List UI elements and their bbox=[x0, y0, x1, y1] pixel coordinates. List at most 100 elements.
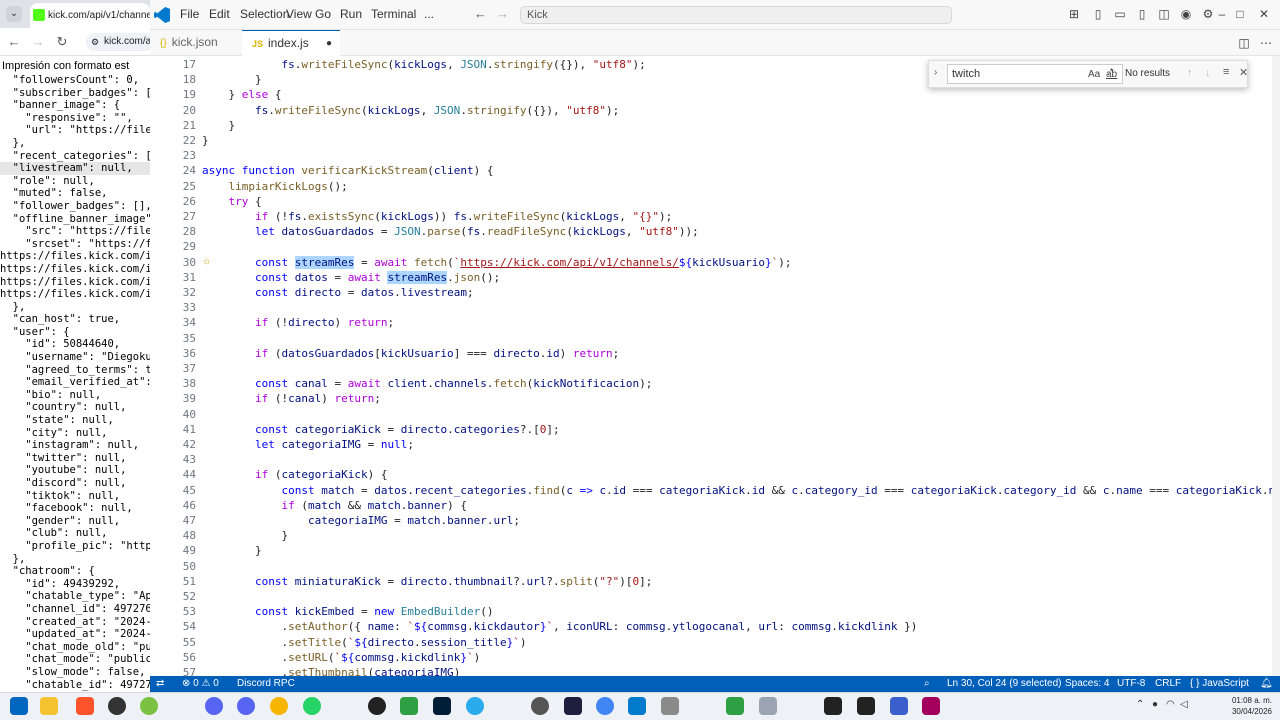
close-icon[interactable]: ✕ bbox=[1254, 6, 1274, 22]
unsaved-dot-icon[interactable]: ● bbox=[326, 31, 332, 56]
code-line[interactable]: } bbox=[202, 134, 209, 147]
app-2-icon[interactable] bbox=[661, 697, 679, 715]
notifications-icon[interactable]: 🔔︎ bbox=[1260, 676, 1273, 692]
code-line[interactable]: fs.writeFileSync(kickLogs, JSON.stringif… bbox=[202, 104, 619, 117]
address-bar[interactable]: ⚙ kick.com/a bbox=[86, 33, 150, 51]
code-line[interactable]: if (!fs.existsSync(kickLogs)) fs.writeFi… bbox=[202, 210, 672, 223]
nav-back-icon[interactable]: ← bbox=[474, 6, 487, 21]
code-line[interactable]: .setURL(`${commsg.kickdlink}`) bbox=[202, 651, 480, 664]
brave-icon[interactable] bbox=[76, 697, 94, 715]
menu-selection[interactable]: Selection bbox=[240, 0, 289, 30]
toggle-panel-icon[interactable]: ▭ bbox=[1112, 6, 1128, 22]
menu-more[interactable]: ... bbox=[424, 0, 434, 30]
code-line[interactable]: limpiarKickLogs(); bbox=[202, 180, 348, 193]
code-line[interactable]: .setTitle(`${directo.session_title}`) bbox=[202, 636, 526, 649]
code-line[interactable]: } else { bbox=[202, 88, 281, 101]
terminal-icon[interactable] bbox=[564, 697, 582, 715]
editor-scrollbar[interactable] bbox=[1272, 56, 1280, 676]
app-7-icon[interactable] bbox=[922, 697, 940, 715]
code-line[interactable]: const miniaturaKick = directo.thumbnail?… bbox=[202, 575, 652, 588]
back-icon[interactable]: ← bbox=[5, 33, 23, 51]
browser-tab[interactable]: kick.com/api/v1/channels/ip bbox=[30, 3, 150, 28]
file-explorer-icon[interactable] bbox=[40, 697, 58, 715]
code-editor[interactable]: fs.writeFileSync(kickLogs, JSON.stringif… bbox=[202, 56, 1280, 679]
maximize-icon[interactable]: □ bbox=[1230, 6, 1250, 22]
app-5-icon[interactable] bbox=[857, 697, 875, 715]
app-icon[interactable] bbox=[140, 697, 158, 715]
cursor-position[interactable]: Ln 30, Col 24 (9 selected) bbox=[947, 676, 1062, 692]
app-3-icon[interactable] bbox=[726, 697, 744, 715]
menu-go[interactable]: Go bbox=[315, 0, 331, 30]
code-line[interactable]: } bbox=[202, 529, 288, 542]
close-find-icon[interactable]: ✕ bbox=[1239, 66, 1248, 79]
chrome-icon[interactable] bbox=[596, 697, 614, 715]
toggle-replace-icon[interactable]: › bbox=[934, 67, 937, 78]
menu-view[interactable]: View bbox=[286, 0, 312, 30]
camtasia-icon[interactable] bbox=[400, 697, 418, 715]
tab-search-icon[interactable]: ⌄ bbox=[6, 6, 22, 22]
tray-chevron-icon[interactable]: ⌃ bbox=[1136, 699, 1144, 710]
start-icon[interactable] bbox=[10, 697, 28, 715]
menu-edit[interactable]: Edit bbox=[209, 0, 230, 30]
nav-forward-icon[interactable]: → bbox=[496, 6, 509, 21]
menu-file[interactable]: File bbox=[180, 0, 199, 30]
reload-icon[interactable]: ↻ bbox=[53, 33, 71, 51]
command-center-search[interactable]: Kick bbox=[520, 6, 952, 24]
customize-layout-icon[interactable]: ◫ bbox=[1156, 6, 1172, 22]
mail-icon[interactable] bbox=[759, 697, 777, 715]
code-line[interactable]: let datosGuardados = JSON.parse(fs.readF… bbox=[202, 225, 699, 238]
indentation[interactable]: Spaces: 4 bbox=[1065, 676, 1109, 692]
code-line[interactable]: categoriaIMG = match.banner.url; bbox=[202, 514, 520, 527]
code-line[interactable]: const categoriaKick = directo.categories… bbox=[202, 423, 560, 436]
line-ending[interactable]: CRLF bbox=[1155, 676, 1181, 692]
problems-indicator[interactable]: ⊗ 0 ⚠ 0 bbox=[182, 676, 219, 692]
site-info-icon[interactable]: ⚙ bbox=[91, 33, 99, 51]
menu-terminal[interactable]: Terminal bbox=[371, 0, 416, 30]
mic-icon[interactable]: ● bbox=[1152, 699, 1158, 710]
clock[interactable]: 01:08 a. m. 30/04/2026 bbox=[1232, 695, 1272, 717]
whatsapp-icon[interactable] bbox=[303, 697, 321, 715]
wifi-icon[interactable]: ◠ bbox=[1166, 699, 1175, 710]
telegram-icon[interactable] bbox=[466, 697, 484, 715]
code-line[interactable]: if (!directo) return; bbox=[202, 316, 394, 329]
vscode-taskbar-icon[interactable] bbox=[628, 697, 646, 715]
match-case-icon[interactable]: Aa bbox=[1088, 66, 1100, 84]
photoshop-icon[interactable] bbox=[433, 697, 451, 715]
tab-kick-json[interactable]: {} kick.json bbox=[150, 30, 242, 56]
code-line[interactable]: .setAuthor({ name: `${commsg.kickdautor}… bbox=[202, 620, 917, 633]
code-line[interactable]: const datos = await streamRes.json(); bbox=[202, 270, 500, 284]
remote-icon[interactable]: ⇄ bbox=[156, 676, 164, 692]
app-4-icon[interactable] bbox=[824, 697, 842, 715]
more-actions-icon[interactable]: ⋯ bbox=[1258, 35, 1274, 51]
menu-run[interactable]: Run bbox=[340, 0, 362, 30]
copilot-icon[interactable]: ⊞ bbox=[1066, 6, 1082, 22]
code-line[interactable]: if (categoriaKick) { bbox=[202, 468, 387, 481]
code-line[interactable]: let categoriaIMG = null; bbox=[202, 438, 414, 451]
discord-icon[interactable] bbox=[237, 697, 255, 715]
find-in-selection-icon[interactable]: ≡ bbox=[1223, 66, 1229, 78]
discord-alt-icon[interactable] bbox=[205, 697, 223, 715]
code-line[interactable]: const streamRes = await fetch(`https://k… bbox=[202, 255, 792, 269]
obs-icon[interactable] bbox=[108, 697, 126, 715]
forward-icon[interactable]: → bbox=[29, 33, 47, 51]
regex-icon[interactable]: .* bbox=[1107, 67, 1114, 78]
language-mode[interactable]: { } JavaScript bbox=[1190, 676, 1249, 692]
zoom-icon[interactable]: ⌕ bbox=[924, 676, 930, 692]
volume-icon[interactable]: ◁ bbox=[1180, 699, 1188, 710]
code-line[interactable]: async function verificarKickStream(clien… bbox=[202, 164, 493, 177]
app-6-icon[interactable] bbox=[890, 697, 908, 715]
code-line[interactable]: const canal = await client.channels.fetc… bbox=[202, 377, 652, 390]
code-line[interactable]: if (datosGuardados[kickUsuario] === dire… bbox=[202, 347, 619, 360]
code-line[interactable]: if (match && match.banner) { bbox=[202, 499, 467, 512]
toggle-secondary-sidebar-icon[interactable]: ▯ bbox=[1134, 6, 1150, 22]
toggle-sidebar-icon[interactable]: ▯ bbox=[1090, 6, 1106, 22]
previous-match-icon[interactable]: ↑ bbox=[1187, 67, 1193, 79]
encoding[interactable]: UTF-8 bbox=[1117, 676, 1145, 692]
next-match-icon[interactable]: ↓ bbox=[1205, 67, 1211, 79]
accounts-icon[interactable]: ◉ bbox=[1178, 6, 1194, 22]
pretty-print-label[interactable]: Impresión con formato est bbox=[0, 58, 150, 74]
discord-rpc[interactable]: Discord RPC bbox=[237, 676, 295, 692]
code-line[interactable]: } bbox=[202, 73, 262, 86]
code-line[interactable]: const match = datos.recent_categories.fi… bbox=[202, 484, 1280, 497]
code-line[interactable]: try { bbox=[202, 195, 262, 208]
